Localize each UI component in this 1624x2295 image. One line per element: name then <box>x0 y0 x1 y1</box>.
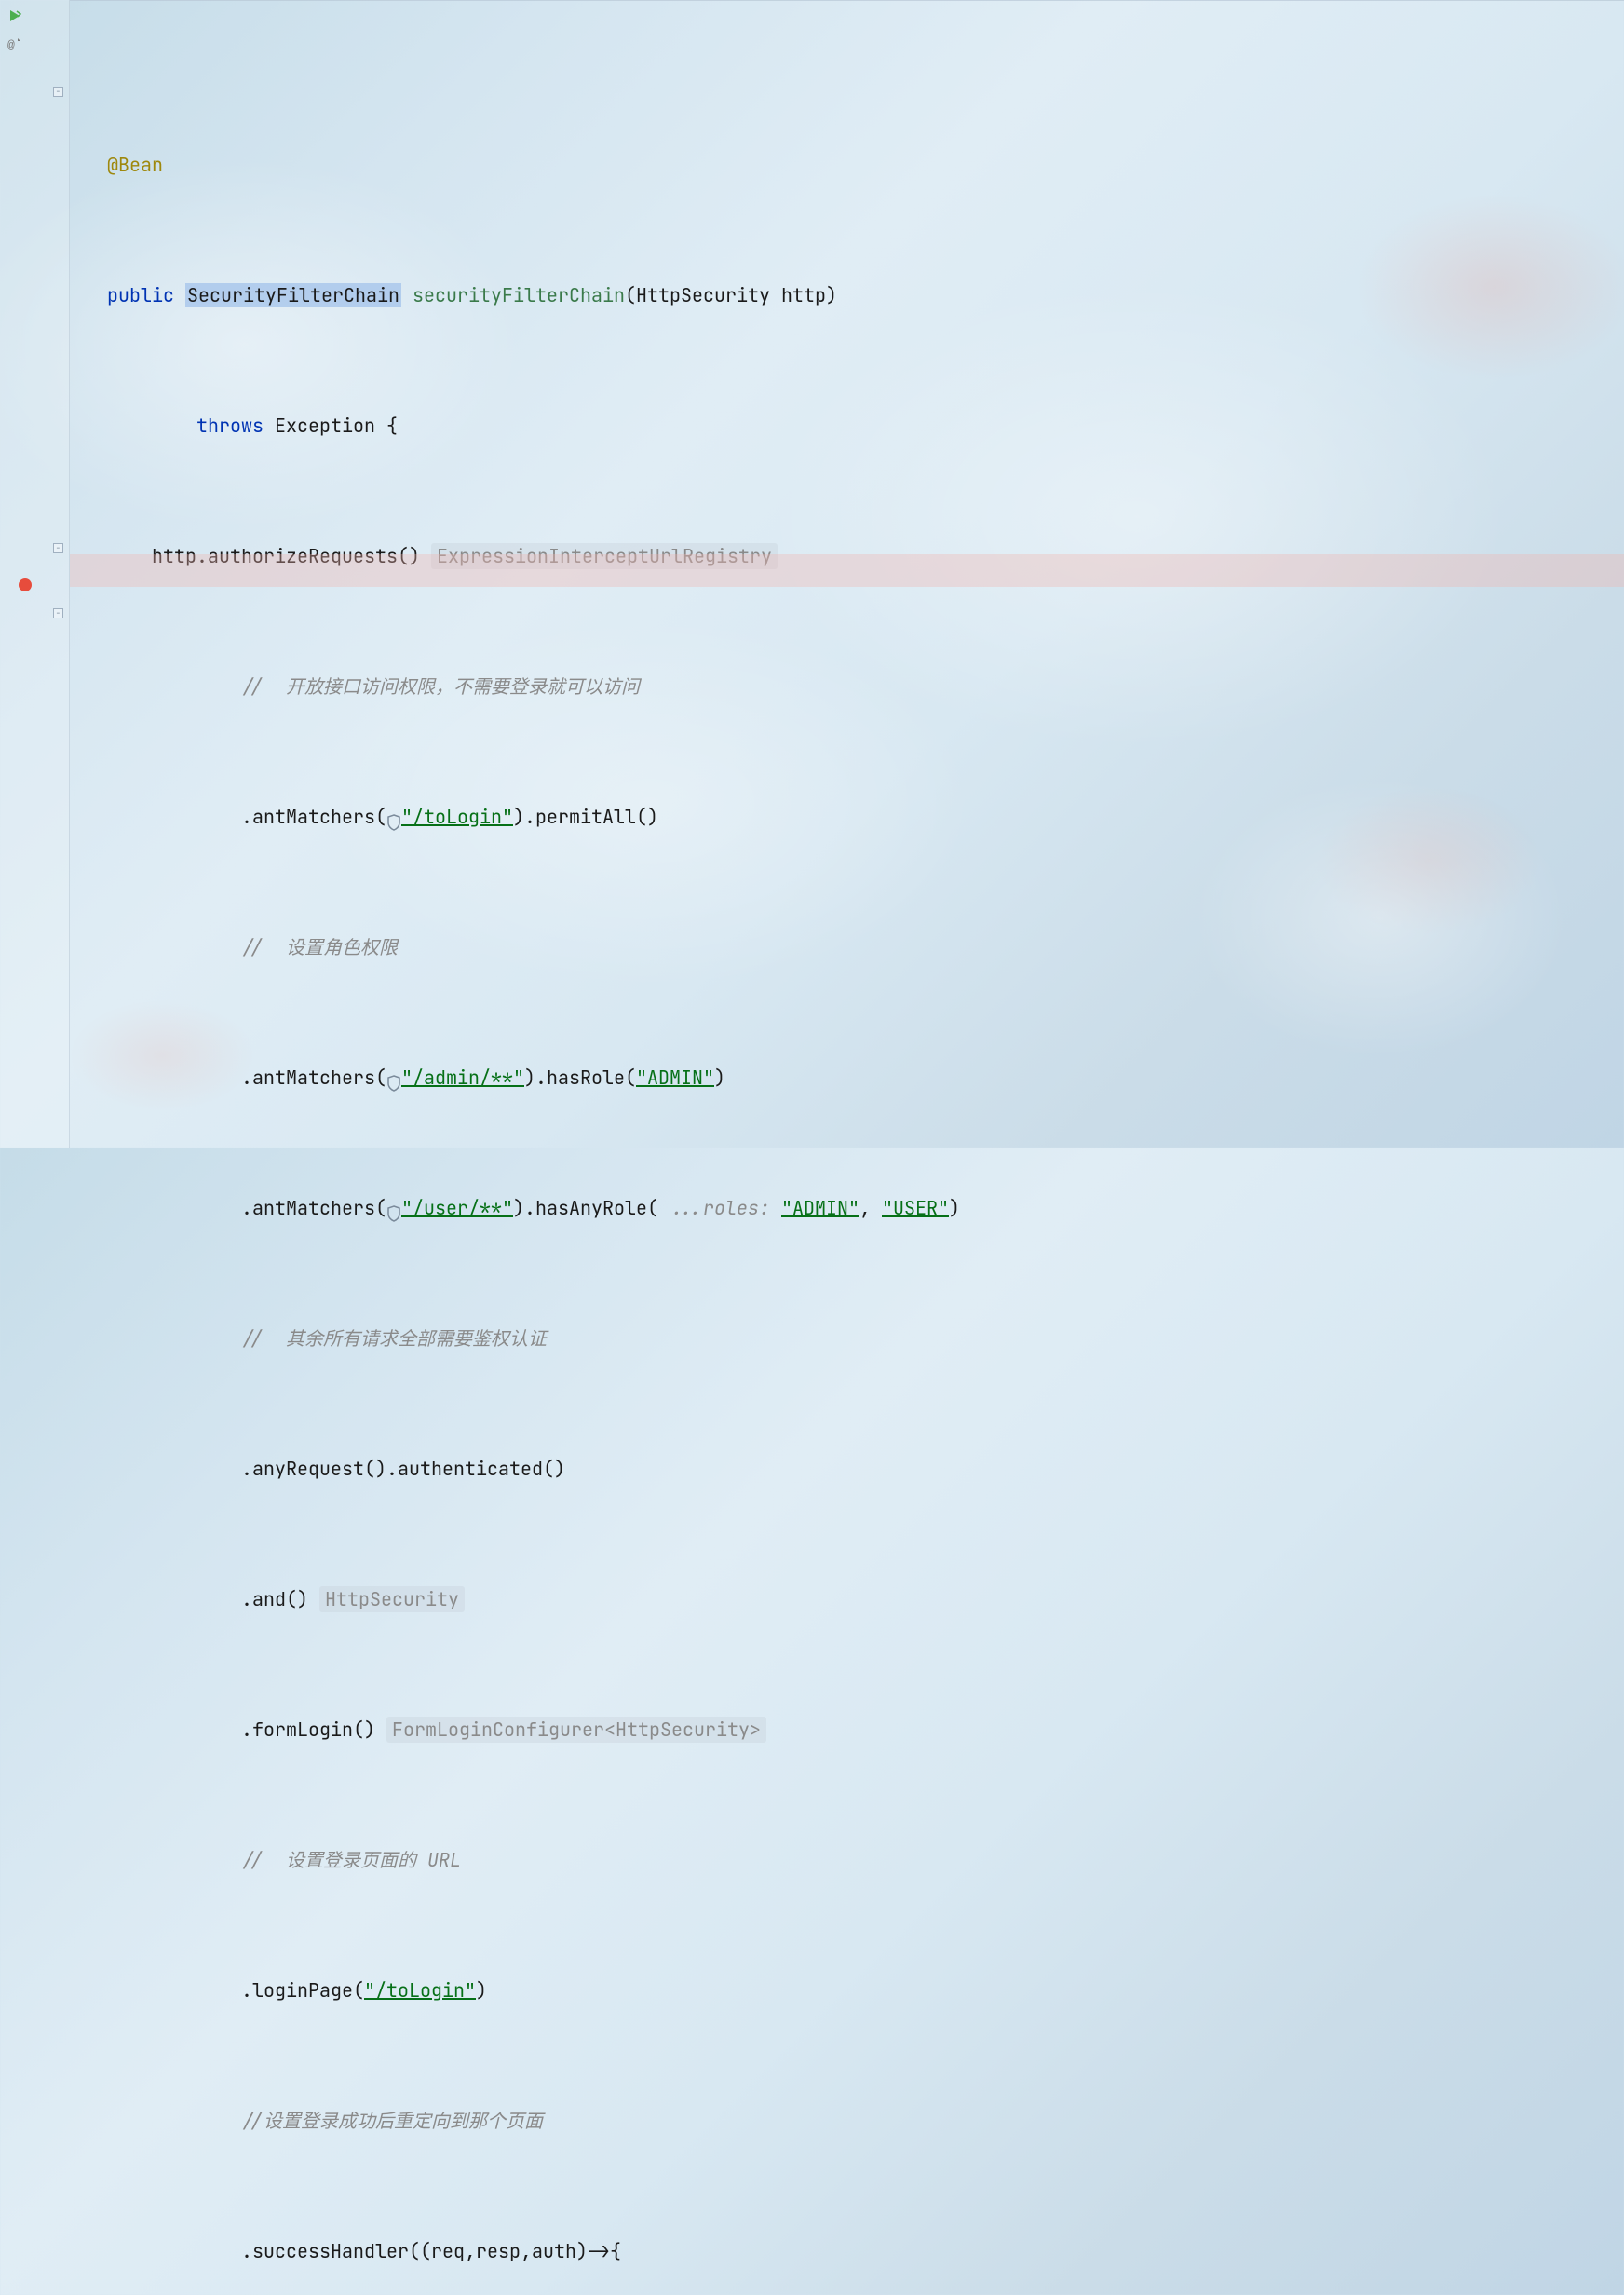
inlay-hint: ExpressionInterceptUrlRegistry <box>431 543 778 569</box>
code-text: ) <box>949 1196 960 1220</box>
string-literal: "/user/**" <box>401 1196 513 1220</box>
string-literal: "ADMIN" <box>781 1196 859 1220</box>
string-literal: "/toLogin" <box>364 1978 476 2003</box>
string-literal: "ADMIN" <box>636 1066 714 1090</box>
code-text: ) <box>476 1978 487 2003</box>
run-gutter-icon[interactable] <box>7 5 24 21</box>
code-text: .and() <box>241 1587 308 1611</box>
comment: // 设置登录页面的 URL <box>241 1848 461 1872</box>
annotation: @Bean <box>107 153 163 177</box>
shield-icon <box>386 1200 401 1216</box>
code-text: ).hasAnyRole( <box>513 1196 658 1220</box>
keyword-throws: throws <box>196 414 264 438</box>
comment: //设置登录成功后重定向到那个页面 <box>241 2109 543 2133</box>
method-name: securityFilterChain <box>413 283 625 307</box>
fold-marker-icon[interactable]: − <box>53 87 63 97</box>
code-content[interactable]: @Bean public SecurityFilterChain securit… <box>70 0 1624 1148</box>
fold-marker-icon[interactable]: − <box>53 608 63 618</box>
code-text: ).permitAll() <box>513 805 658 829</box>
keyword-public: public <box>107 283 174 307</box>
code-text: , <box>859 1196 882 1220</box>
code-text: .anyRequest().authenticated() <box>241 1457 565 1481</box>
editor-gutter[interactable]: @ − − − <box>0 0 70 1148</box>
code-text: .antMatchers( <box>241 805 386 829</box>
comment: // 其余所有请求全部需要鉴权认证 <box>241 1326 547 1351</box>
override-gutter-icon[interactable]: @ <box>7 33 24 49</box>
svg-text:@: @ <box>7 38 15 51</box>
breakpoint-icon[interactable] <box>19 578 32 591</box>
code-text: .antMatchers( <box>241 1196 386 1220</box>
string-literal: "/admin/**" <box>401 1066 524 1090</box>
comment: // 开放接口访问权限，不需要登录就可以访问 <box>241 674 640 699</box>
string-literal: "/toLogin" <box>401 805 513 829</box>
code-text: .loginPage( <box>241 1978 364 2003</box>
param-hint: ...roles: <box>658 1196 781 1220</box>
shield-icon <box>386 1069 401 1086</box>
throws-clause: Exception { <box>264 414 398 438</box>
comment: // 设置角色权限 <box>241 935 398 959</box>
code-text: http.authorizeRequests() <box>152 544 420 568</box>
return-type: SecurityFilterChain <box>185 283 401 307</box>
code-text: .successHandler((req,resp,auth)->{ <box>241 2239 621 2263</box>
code-editor[interactable]: @ − − − @Bean public SecurityFilterChain… <box>0 0 1624 1148</box>
code-text: ).hasRole( <box>524 1066 636 1090</box>
code-text: ) <box>714 1066 725 1090</box>
inlay-hint: HttpSecurity <box>319 1586 465 1612</box>
code-text: .formLogin() <box>241 1718 375 1742</box>
fold-marker-icon[interactable]: − <box>53 543 63 553</box>
code-text: .antMatchers( <box>241 1066 386 1090</box>
shield-icon <box>386 808 401 825</box>
inlay-hint: FormLoginConfigurer<HttpSecurity> <box>386 1717 766 1743</box>
method-params: (HttpSecurity http) <box>625 283 837 307</box>
string-literal: "USER" <box>882 1196 949 1220</box>
